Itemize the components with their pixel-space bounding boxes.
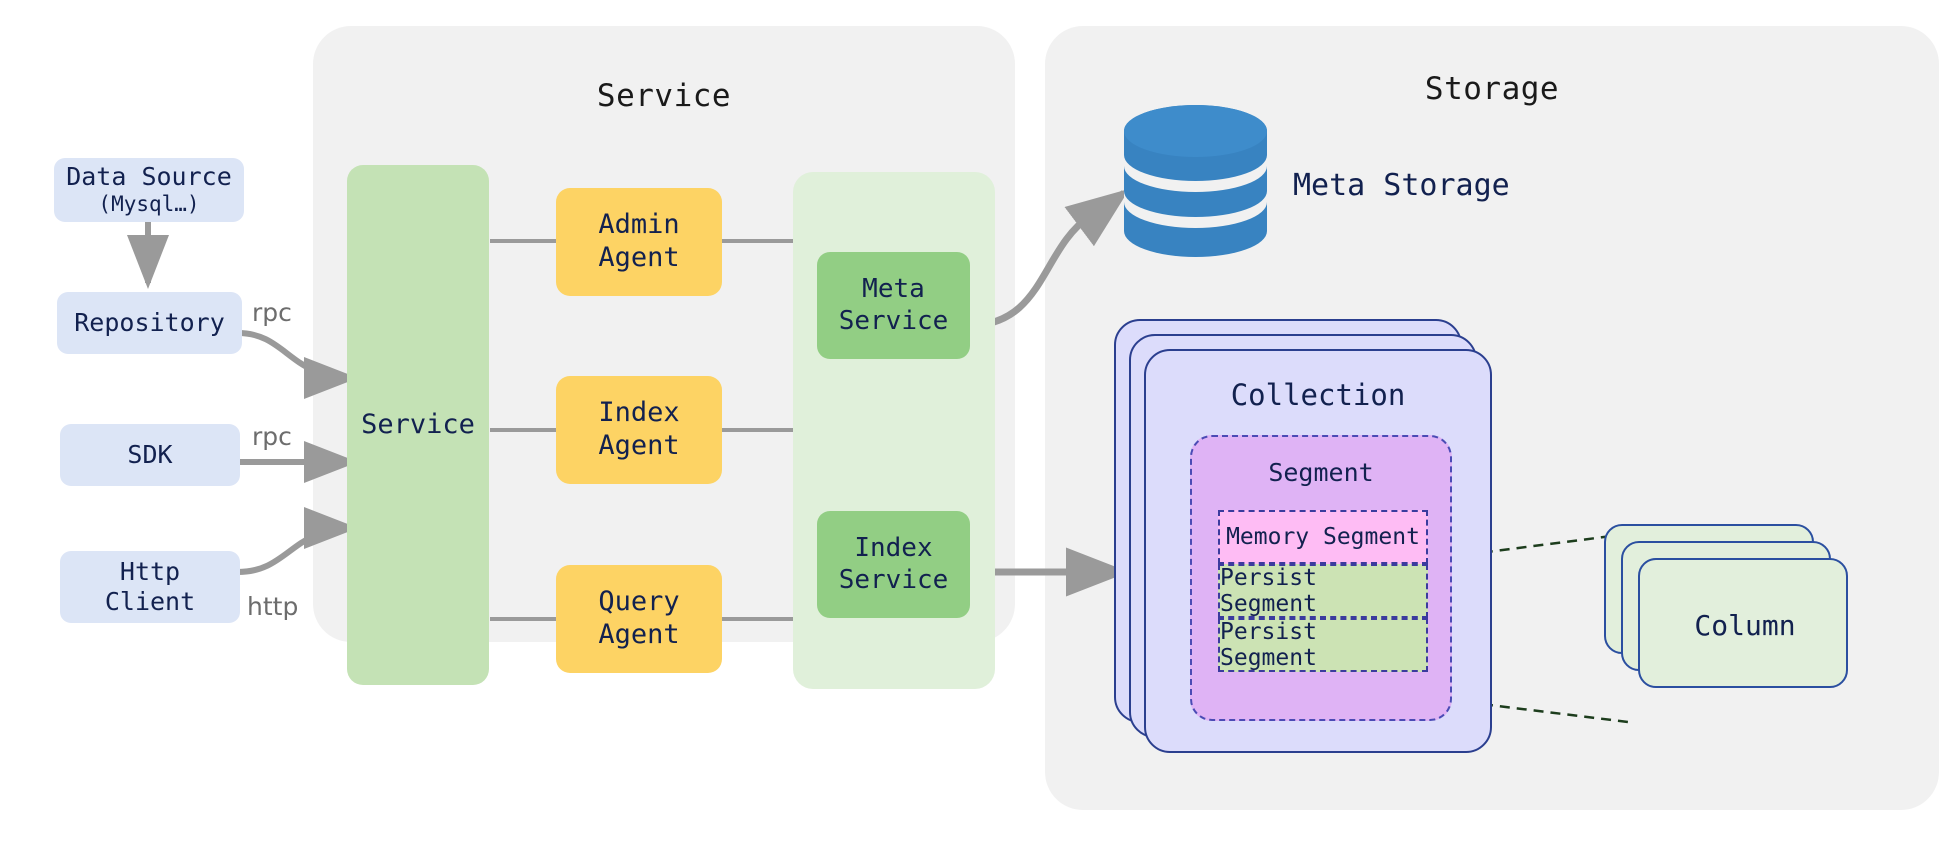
node-service-column-label: Service [361,408,475,440]
node-repository[interactable]: Repository [57,292,242,354]
node-repository-label: Repository [74,307,225,337]
edge-label-repository-rpc: rpc [252,298,292,327]
node-query-agent-label: Query Agent [598,586,680,650]
node-data-source-label: Data Source [66,161,232,191]
collection-stack-layer-1[interactable]: Collection Segment Memory Segment Persis… [1144,349,1492,753]
column-label: Column [1694,608,1796,642]
node-service-column[interactable]: Service [347,165,489,685]
row-persist-segment-2[interactable]: Persist Segment [1218,618,1428,672]
node-admin-agent-label: Admin Agent [598,209,680,273]
row-memory-segment[interactable]: Memory Segment [1218,510,1428,564]
node-sdk-label: SDK [127,439,173,469]
node-index-service-label: Index Service [838,532,949,595]
meta-storage-label: Meta Storage [1293,168,1510,203]
node-index-agent-label: Index Agent [598,397,680,461]
node-http-client[interactable]: Http Client [60,551,240,623]
row-persist-segment-1-label: Persist Segment [1220,565,1317,617]
node-data-source[interactable]: Data Source (Mysql…) [54,158,244,222]
panel-service-title: Service [596,78,732,114]
segment-label: Segment [1268,458,1374,487]
node-data-source-sublabel: (Mysql…) [98,192,200,217]
node-index-agent[interactable]: Index Agent [556,376,722,484]
node-query-agent[interactable]: Query Agent [556,565,722,673]
node-admin-agent[interactable]: Admin Agent [556,188,722,296]
column-stack-layer-1[interactable]: Column [1638,558,1848,688]
row-memory-segment-label: Memory Segment [1226,524,1420,550]
node-meta-service[interactable]: Meta Service [817,252,970,359]
edge-label-sdk-rpc: rpc [252,422,292,451]
node-index-service[interactable]: Index Service [817,511,970,618]
panel-storage-title: Storage [1424,71,1560,107]
diagram-canvas: Service Storage Data Source (Mysql…) Rep… [0,0,1956,851]
node-meta-service-label: Meta Service [838,273,949,336]
edge-label-http: http [247,592,299,621]
row-persist-segment-2-label: Persist Segment [1220,619,1317,671]
node-sdk[interactable]: SDK [60,424,240,486]
row-persist-segment-1[interactable]: Persist Segment [1218,564,1428,618]
collection-label: Collection [1230,378,1406,412]
meta-storage-db-icon[interactable] [1124,105,1267,257]
node-http-client-label: Http Client [104,556,196,617]
segment-box[interactable]: Segment Memory Segment Persist Segment P… [1190,435,1452,721]
